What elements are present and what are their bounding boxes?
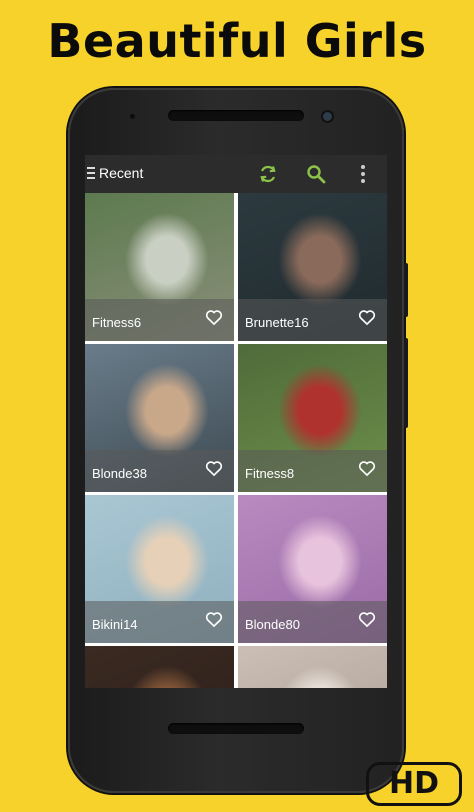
photo-card[interactable]: Brunette16 [238, 193, 387, 341]
proximity-sensor-icon [130, 114, 135, 119]
refresh-icon[interactable] [256, 162, 280, 186]
photo-card[interactable]: Blonde80 [238, 495, 387, 643]
photo-caption-bar: Blonde80 [238, 601, 387, 643]
photo-caption-bar: Fitness6 [85, 299, 234, 341]
hd-badge: HD [366, 762, 462, 806]
favorite-heart-icon[interactable] [204, 307, 224, 327]
favorite-heart-icon[interactable] [204, 609, 224, 629]
photo-card[interactable]: Fitness8 [238, 344, 387, 492]
volume-button [404, 338, 408, 428]
photo-grid: Fitness6 Brunette16 Blonde38 Fitness8 Bi… [85, 193, 387, 688]
photo-label: Blonde80 [245, 617, 300, 632]
top-speaker [168, 110, 304, 121]
photo-caption-bar: Blonde38 [85, 450, 234, 492]
front-camera-icon [323, 112, 332, 121]
favorite-heart-icon[interactable] [357, 307, 377, 327]
photo-label: Fitness8 [245, 466, 295, 481]
promo-headline: Beautiful Girls [47, 14, 427, 68]
photo-caption-bar: Bikini14 [85, 601, 234, 643]
photo-caption-bar: Brunette16 [238, 299, 387, 341]
photo-label: Blonde38 [92, 466, 147, 481]
photo-label: Brunette16 [245, 315, 309, 330]
favorite-heart-icon[interactable] [204, 458, 224, 478]
bottom-speaker [168, 723, 304, 734]
photo-thumbnail [85, 646, 234, 688]
power-button [404, 263, 408, 317]
photo-label: Fitness6 [92, 315, 142, 330]
app-toolbar: Recent [85, 155, 387, 193]
photo-card[interactable]: Bikini14 [85, 495, 234, 643]
photo-card[interactable] [85, 646, 234, 688]
photo-card[interactable] [238, 646, 387, 688]
photo-thumbnail [238, 646, 387, 688]
photo-card[interactable]: Fitness6 [85, 193, 234, 341]
search-icon[interactable] [304, 162, 328, 186]
favorite-heart-icon[interactable] [357, 609, 377, 629]
photo-card[interactable]: Blonde38 [85, 344, 234, 492]
menu-icon[interactable] [87, 167, 95, 182]
overflow-menu-icon[interactable] [351, 162, 375, 186]
photo-label: Bikini14 [92, 617, 138, 632]
favorite-heart-icon[interactable] [357, 458, 377, 478]
app-screen: Recent Fitness6 Brunette16 Blonde38 Fitn… [85, 155, 387, 688]
photo-caption-bar: Fitness8 [238, 450, 387, 492]
toolbar-title: Recent [99, 165, 144, 181]
